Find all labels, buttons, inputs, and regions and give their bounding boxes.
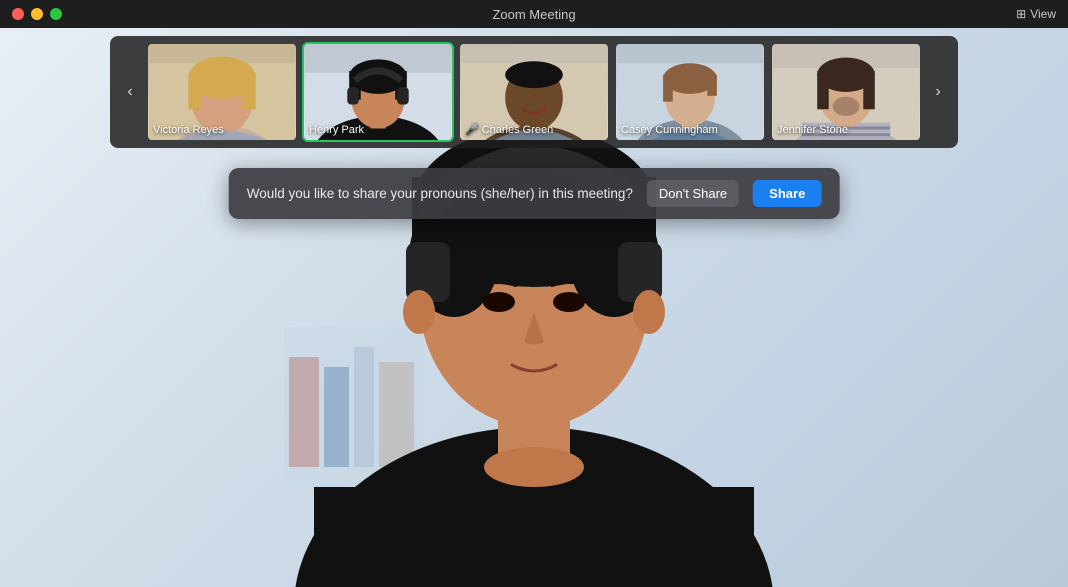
minimize-button[interactable] [31, 8, 43, 20]
muted-mic-icon: 🎤 [465, 123, 479, 136]
participant-thumbnail-jennifer[interactable]: Jennifer Stone [770, 42, 922, 142]
participant-name-victoria: Victoria Reyes [153, 124, 224, 136]
participant-name-charles: 🎤 Charles Green [465, 123, 553, 136]
participant-thumbnail-charles[interactable]: 🎤 Charles Green [458, 42, 610, 142]
participant-name-jennifer: Jennifer Stone [777, 124, 848, 136]
title-bar: Zoom Meeting ⊞ View [0, 0, 1068, 28]
view-button[interactable]: ⊞ View [1016, 7, 1056, 21]
left-arrow-icon: ‹ [127, 83, 132, 101]
window-title: Zoom Meeting [492, 7, 575, 22]
grid-icon: ⊞ [1016, 7, 1026, 21]
participant-name-casey: Casey Cunningham [621, 124, 718, 136]
prev-participant-button[interactable]: ‹ [118, 80, 142, 104]
participant-thumbnail-victoria[interactable]: Victoria Reyes [146, 42, 298, 142]
right-arrow-icon: › [935, 83, 940, 101]
dont-share-button[interactable]: Don't Share [647, 180, 739, 207]
maximize-button[interactable] [50, 8, 62, 20]
close-button[interactable] [12, 8, 24, 20]
participant-thumbnail-casey[interactable]: Casey Cunningham [614, 42, 766, 142]
share-button[interactable]: Share [753, 180, 821, 207]
participant-thumbnail-henry[interactable]: Henry Park [302, 42, 454, 142]
thumbnail-strip: ‹ Victoria Reyes [110, 36, 958, 148]
window-controls [12, 8, 62, 20]
next-participant-button[interactable]: › [926, 80, 950, 104]
participant-name-henry: Henry Park [309, 124, 364, 136]
pronoun-question-text: Would you like to share your pronouns (s… [247, 186, 633, 201]
pronoun-banner: Would you like to share your pronouns (s… [229, 168, 840, 219]
